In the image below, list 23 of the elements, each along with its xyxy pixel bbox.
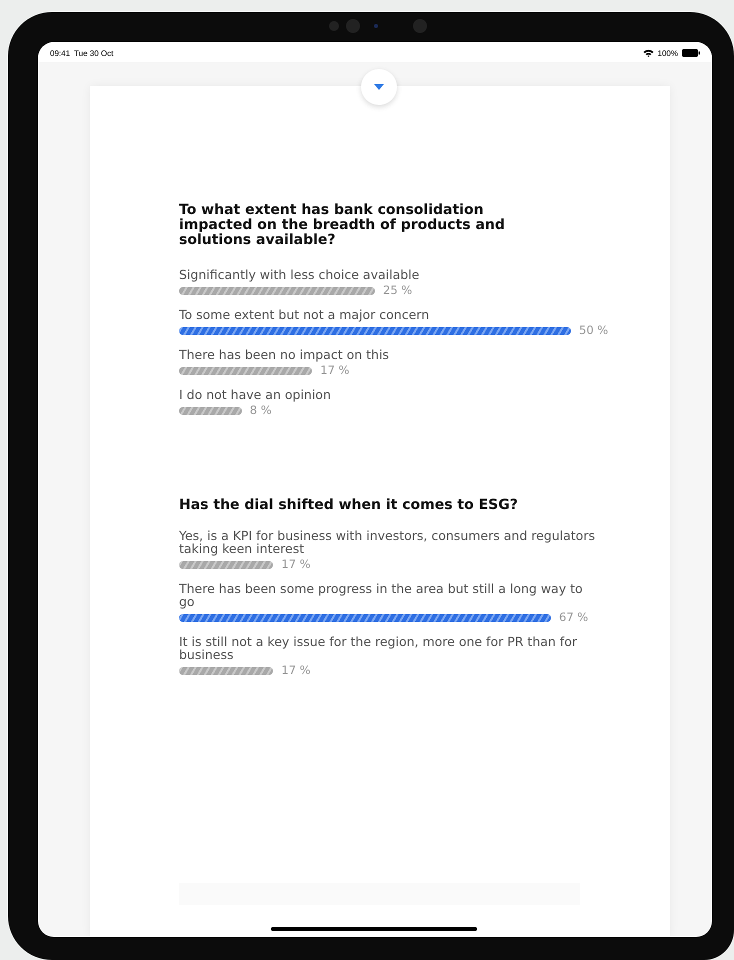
answer-label: To some extent but not a major concern — [179, 308, 430, 321]
answer-label: There has been some progress in the area but still a long way to go — [179, 582, 584, 608]
percentage: 25 % — [383, 283, 412, 297]
percentage: 50 % — [579, 323, 608, 337]
battery-percentage: 100% — [658, 48, 678, 58]
answer-label: Significantly with less choice available — [179, 268, 420, 281]
percentage: 8 % — [250, 403, 272, 417]
answer-label: There has been no impact on this — [179, 348, 390, 361]
caret-icon — [374, 84, 384, 90]
battery-icon — [682, 49, 700, 57]
percentage: 17 % — [320, 363, 350, 377]
status-time: 09:41 — [50, 48, 70, 58]
answer-label: Yes, is a KPI for business with investors, consumers and regulators taking keen interest — [179, 529, 596, 555]
wifi-icon — [642, 49, 654, 57]
question-title: To what extent has bank consolidation impacted on the breadth of products and solutions available? — [179, 203, 506, 248]
question-title: Has the dial shifted when it comes to ESG? — [179, 498, 519, 513]
answer-label: It is still not a key issue for the region, more one for PR than for business — [179, 635, 578, 661]
percentage: 17 % — [281, 557, 311, 571]
collapse-button[interactable] — [361, 69, 397, 105]
percentage: 67 % — [559, 610, 588, 624]
percentage: 17 % — [281, 663, 311, 677]
status-date: Tue 30 Oct — [74, 48, 114, 58]
answer-label: I do not have an opinion — [179, 388, 332, 401]
